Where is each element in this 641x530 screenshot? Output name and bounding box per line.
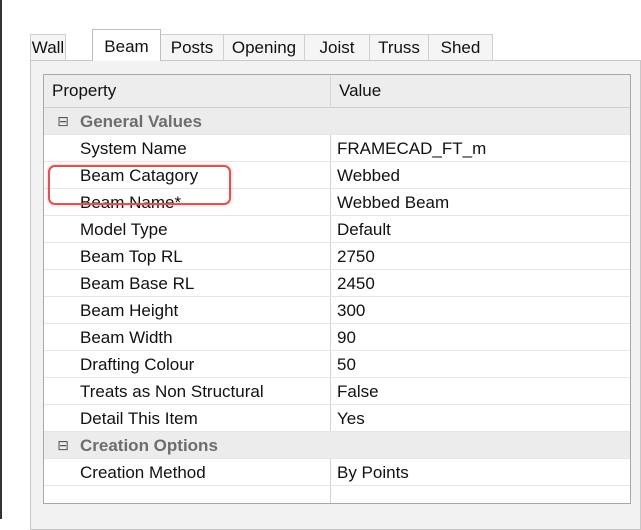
property-value[interactable]: Webbed Beam xyxy=(337,189,449,216)
property-value[interactable]: False xyxy=(337,378,379,405)
property-row[interactable]: Drafting Colour 50 xyxy=(44,351,630,378)
property-row[interactable]: Beam Top RL 2750 xyxy=(44,243,630,270)
category-label: General Values xyxy=(80,112,202,131)
property-value[interactable]: Webbed xyxy=(337,162,400,189)
category-row[interactable]: ⊟ Creation Options xyxy=(44,432,630,459)
property-value[interactable]: Yes xyxy=(337,405,365,432)
property-row[interactable]: Treats as Non Structural False xyxy=(44,378,630,405)
property-name: Beam Name* xyxy=(80,193,182,212)
property-name: Detail This Item xyxy=(80,409,198,428)
property-row[interactable]: Beam Height 300 xyxy=(44,297,630,324)
property-value[interactable]: 50 xyxy=(337,351,356,378)
property-grid: Property Value ⊟ General Values System Nam… xyxy=(43,74,631,504)
property-row[interactable]: System Name FRAMECAD_FT_m xyxy=(44,135,630,162)
tab-joist[interactable]: Joist xyxy=(304,34,370,60)
property-name: Beam Catagory xyxy=(80,166,199,185)
property-value[interactable]: Default xyxy=(337,216,391,243)
property-row[interactable]: Beam Name* Webbed Beam xyxy=(44,189,630,216)
property-row[interactable]: Beam Base RL 2450 xyxy=(44,270,630,297)
tab-wall[interactable]: Wall xyxy=(30,34,66,60)
property-name: Beam Top RL xyxy=(80,247,183,266)
property-name: Model Type xyxy=(80,220,168,239)
property-name: System Name xyxy=(80,139,187,158)
property-value[interactable]: 300 xyxy=(337,297,365,324)
property-row[interactable]: Beam Width 90 xyxy=(44,324,630,351)
tab-truss[interactable]: Truss xyxy=(369,34,429,60)
property-value[interactable]: FRAMECAD_FT_m xyxy=(337,135,486,162)
property-row[interactable]: Beam Catagory Webbed xyxy=(44,162,630,189)
collapse-icon[interactable]: ⊟ xyxy=(55,108,71,135)
property-name: Treats as Non Structural xyxy=(80,382,264,401)
column-header-property[interactable]: Property xyxy=(44,75,330,107)
tab-bar: Wall Beam Posts Opening Joist Truss Shed xyxy=(30,29,500,61)
property-value[interactable]: By Points xyxy=(337,459,409,486)
property-value[interactable]: 2750 xyxy=(337,243,375,270)
window-edge xyxy=(0,0,2,519)
property-grid-header: Property Value xyxy=(44,75,630,108)
property-name: Creation Method xyxy=(80,463,206,482)
property-name: Beam Height xyxy=(80,301,179,320)
property-value[interactable]: 2450 xyxy=(337,270,375,297)
property-row[interactable]: Model Type Default xyxy=(44,216,630,243)
property-value[interactable]: 90 xyxy=(337,324,356,351)
column-header-value[interactable]: Value xyxy=(331,75,630,107)
property-row[interactable]: Detail This Item Yes xyxy=(44,405,630,432)
property-name: Drafting Colour xyxy=(80,355,195,374)
collapse-icon[interactable]: ⊟ xyxy=(55,432,71,459)
tab-shed[interactable]: Shed xyxy=(428,34,493,60)
category-row[interactable]: ⊟ General Values xyxy=(44,108,630,135)
property-row[interactable]: Creation Method By Points xyxy=(44,459,630,486)
category-label: Creation Options xyxy=(80,436,218,455)
tab-opening[interactable]: Opening xyxy=(223,34,305,60)
property-name: Beam Base RL xyxy=(80,274,195,293)
property-name: Beam Width xyxy=(80,328,173,347)
tab-beam[interactable]: Beam xyxy=(92,29,161,61)
tab-posts[interactable]: Posts xyxy=(160,34,224,60)
